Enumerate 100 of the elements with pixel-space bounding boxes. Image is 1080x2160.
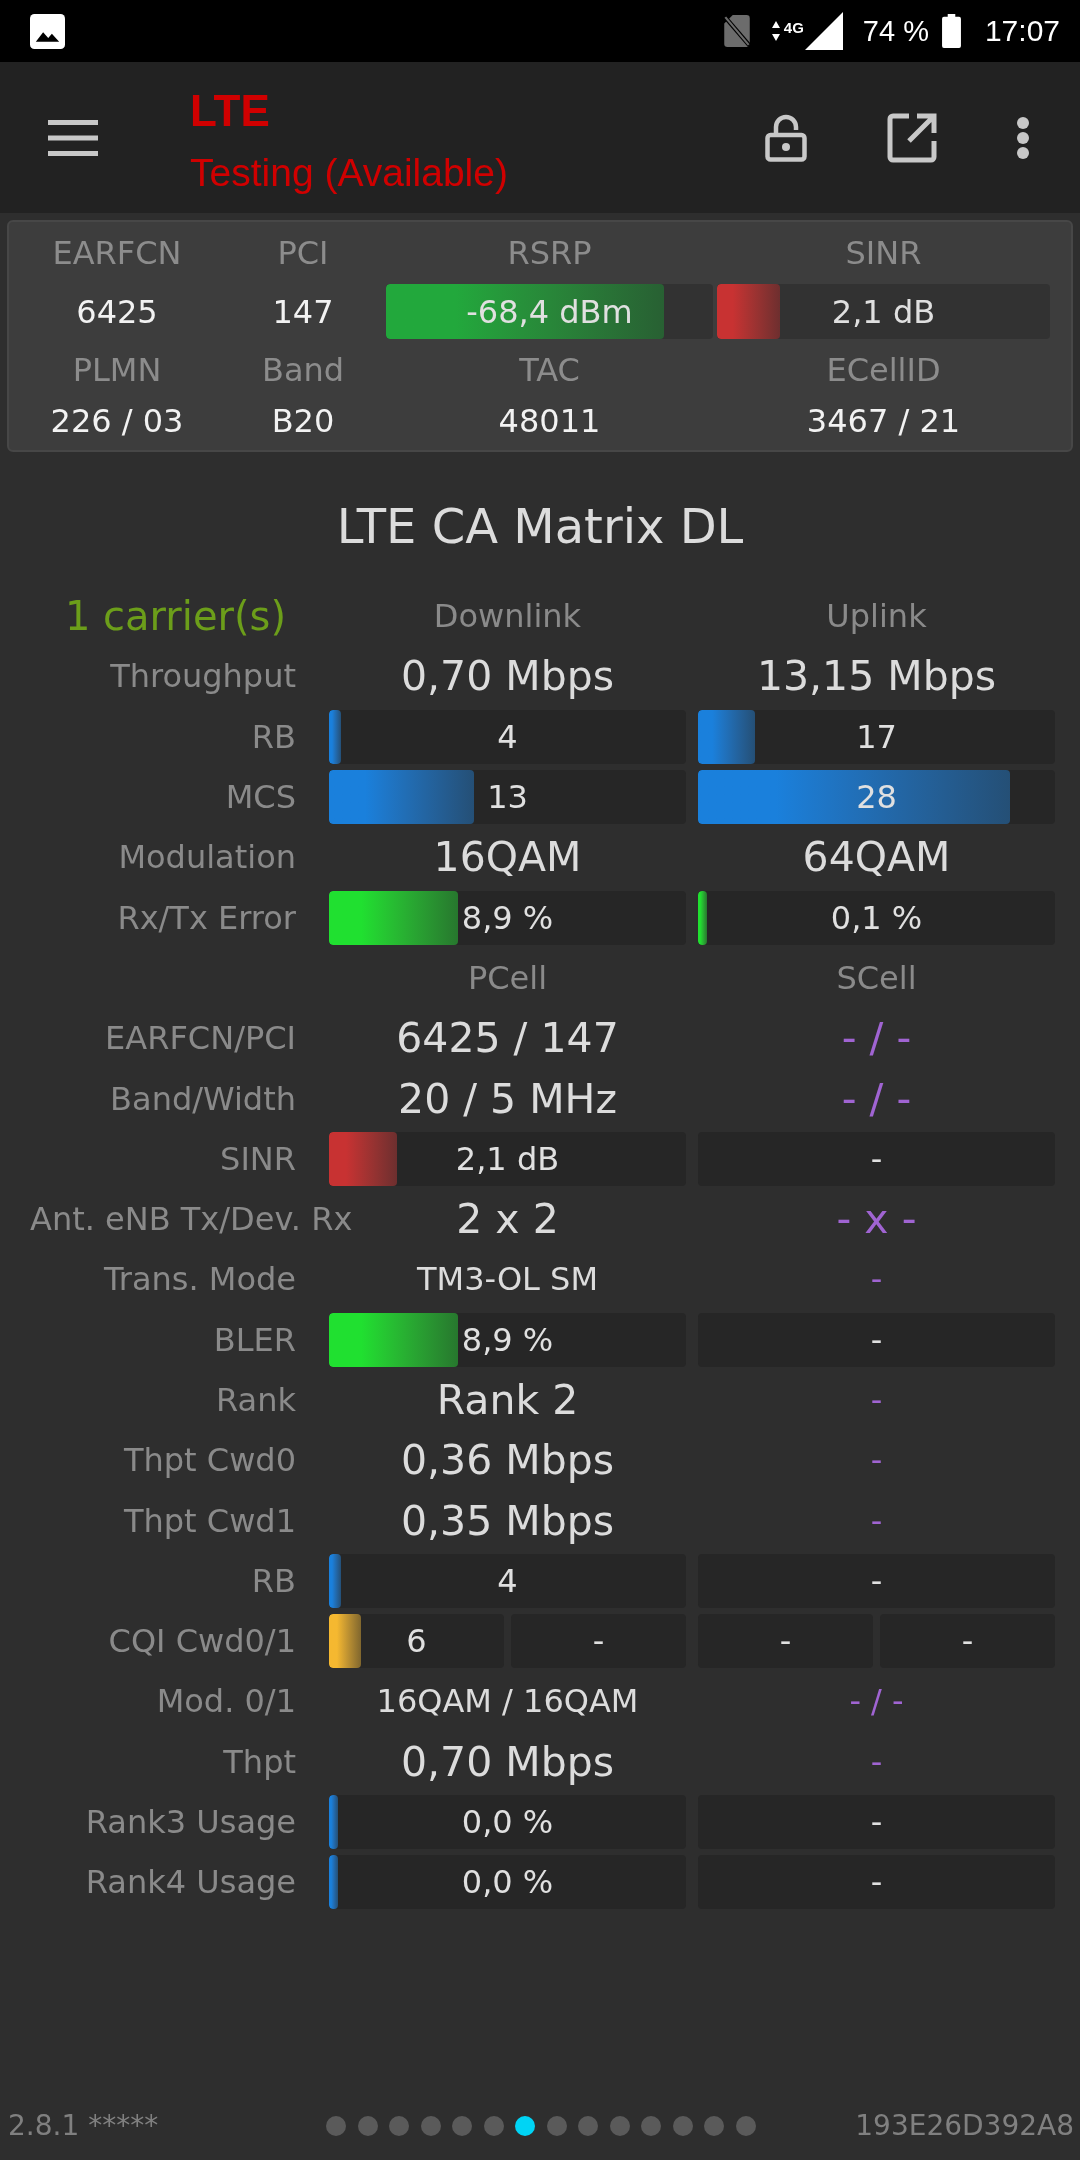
row-label: Thpt Cwd1	[123, 1501, 296, 1540]
picture-icon	[30, 13, 65, 49]
field-label: SINR	[845, 234, 922, 272]
column-heading: Downlink	[433, 597, 582, 636]
app-title: LTE	[190, 85, 270, 136]
meter-value: -	[870, 1320, 883, 1359]
open-in-new-icon[interactable]	[887, 112, 937, 163]
meter-value: 17	[856, 717, 897, 756]
version-label: 2.8.1 *****	[8, 2109, 159, 2143]
meter-value: -	[870, 1561, 883, 1600]
field-label: ECellID	[826, 351, 941, 389]
row-label: MCS	[225, 778, 296, 817]
cell-value: -	[870, 1381, 883, 1419]
meter-value: 28	[856, 778, 897, 817]
meter-value: 0,0 %	[461, 1863, 554, 1902]
meter-value: 8,9 %	[461, 898, 554, 937]
meter-value: 0,0 %	[461, 1803, 554, 1842]
cell-value: 20 / 5 MHz	[398, 1074, 617, 1123]
row-label: CQI Cwd0/1	[108, 1622, 296, 1661]
section-title: LTE CA Matrix DL	[336, 497, 744, 556]
field-label: RSRP	[507, 234, 592, 272]
cell-value: Rank 2	[436, 1376, 579, 1424]
meter-value: -	[592, 1622, 605, 1661]
meter-value: -	[870, 1139, 883, 1178]
row-label: Mod. 0/1	[156, 1682, 296, 1721]
row-label: Throughput	[110, 657, 296, 696]
field-label: PLMN	[72, 351, 162, 389]
field-value: 3467 / 21	[806, 401, 961, 441]
cell-value: -	[870, 1501, 883, 1540]
field-value: 147	[272, 291, 334, 332]
device-id-label: 193E26D392A8	[855, 2109, 1074, 2143]
meter-value: 4	[497, 717, 518, 756]
clock: 17:07	[984, 14, 1060, 48]
menu-icon[interactable]	[48, 119, 98, 156]
data-arrows-icon	[770, 19, 781, 43]
meter-value: 6	[406, 1622, 427, 1661]
column-heading: Uplink	[826, 597, 927, 636]
row-label: BLER	[213, 1320, 296, 1359]
field-value: 6425	[76, 291, 158, 332]
meter-value: 0,1 %	[830, 898, 923, 937]
cell-value: -	[870, 1441, 883, 1480]
cell-value: - / -	[849, 1682, 904, 1721]
battery-icon	[941, 14, 961, 48]
meter-value: 2,1 dB	[455, 1139, 560, 1178]
carrier-count: 1 carrier(s)	[64, 593, 286, 640]
row-label: Rank3 Usage	[85, 1803, 296, 1842]
meter-value: -	[779, 1622, 792, 1661]
cell-value: 6425 / 147	[396, 1014, 619, 1063]
network-type-label: 4G	[783, 20, 804, 36]
row-label: Rank4 Usage	[85, 1863, 296, 1902]
battery-percent: 74 %	[862, 14, 929, 48]
column-heading: SCell	[836, 958, 917, 997]
row-label: RB	[251, 1561, 296, 1600]
field-value: 226 / 03	[50, 401, 184, 441]
cell-value: 0,70 Mbps	[400, 1737, 615, 1786]
cell-value: - x -	[836, 1195, 917, 1244]
field-label: EARFCN	[52, 234, 182, 272]
row-label: Rank	[216, 1381, 296, 1419]
row-label: Thpt Cwd0	[123, 1441, 296, 1480]
row-label: SINR	[220, 1139, 296, 1178]
row-label: Ant. eNB Tx/Dev. Rx	[30, 1200, 353, 1239]
cell-value: 16QAM	[433, 833, 582, 882]
row-label: EARFCN/PCI	[105, 1019, 296, 1058]
cell-value: 0,35 Mbps	[400, 1496, 615, 1545]
row-label: Modulation	[118, 838, 296, 877]
row-label: Rx/Tx Error	[117, 898, 296, 937]
row-label: Band/Width	[110, 1079, 296, 1118]
cell-value: - / -	[841, 1014, 912, 1063]
signal-icon	[804, 12, 843, 50]
cell-value: 16QAM / 16QAM	[376, 1682, 639, 1721]
cell-value: TM3-OL SM	[416, 1260, 599, 1299]
field-label: TAC	[519, 351, 580, 389]
row-label: Trans. Mode	[103, 1260, 296, 1299]
field-value: 48011	[498, 401, 601, 441]
cell-value: -	[870, 1742, 883, 1781]
row-label: Thpt	[223, 1742, 296, 1781]
meter-value: 4	[497, 1561, 518, 1600]
cell-value: 2 x 2	[456, 1195, 559, 1244]
meter-value: 13	[487, 778, 528, 817]
cell-value: 13,15 Mbps	[756, 652, 997, 701]
meter-value: -	[870, 1803, 883, 1842]
meter-value: 8,9 %	[461, 1320, 554, 1359]
meter-value: -	[870, 1863, 883, 1902]
field-value: B20	[271, 401, 335, 441]
row-label: RB	[251, 717, 296, 756]
more-options-icon[interactable]	[1016, 116, 1030, 159]
meter-value: -	[961, 1622, 974, 1661]
meter-value: 2,1 dB	[831, 292, 936, 331]
meter-value: -68,4 dBm	[466, 292, 633, 331]
column-heading: PCell	[467, 958, 548, 997]
cell-value: 0,70 Mbps	[400, 652, 615, 701]
cell-value: 64QAM	[802, 833, 951, 882]
padlock-icon[interactable]	[765, 113, 807, 162]
cell-value: - / -	[841, 1074, 912, 1123]
field-label: Band	[261, 351, 345, 389]
no-sim-icon	[722, 14, 751, 48]
cell-value: 0,36 Mbps	[400, 1436, 615, 1485]
field-label: PCI	[277, 234, 329, 272]
cell-value: -	[870, 1260, 883, 1299]
status-subtitle: Testing (Available)	[190, 149, 508, 196]
